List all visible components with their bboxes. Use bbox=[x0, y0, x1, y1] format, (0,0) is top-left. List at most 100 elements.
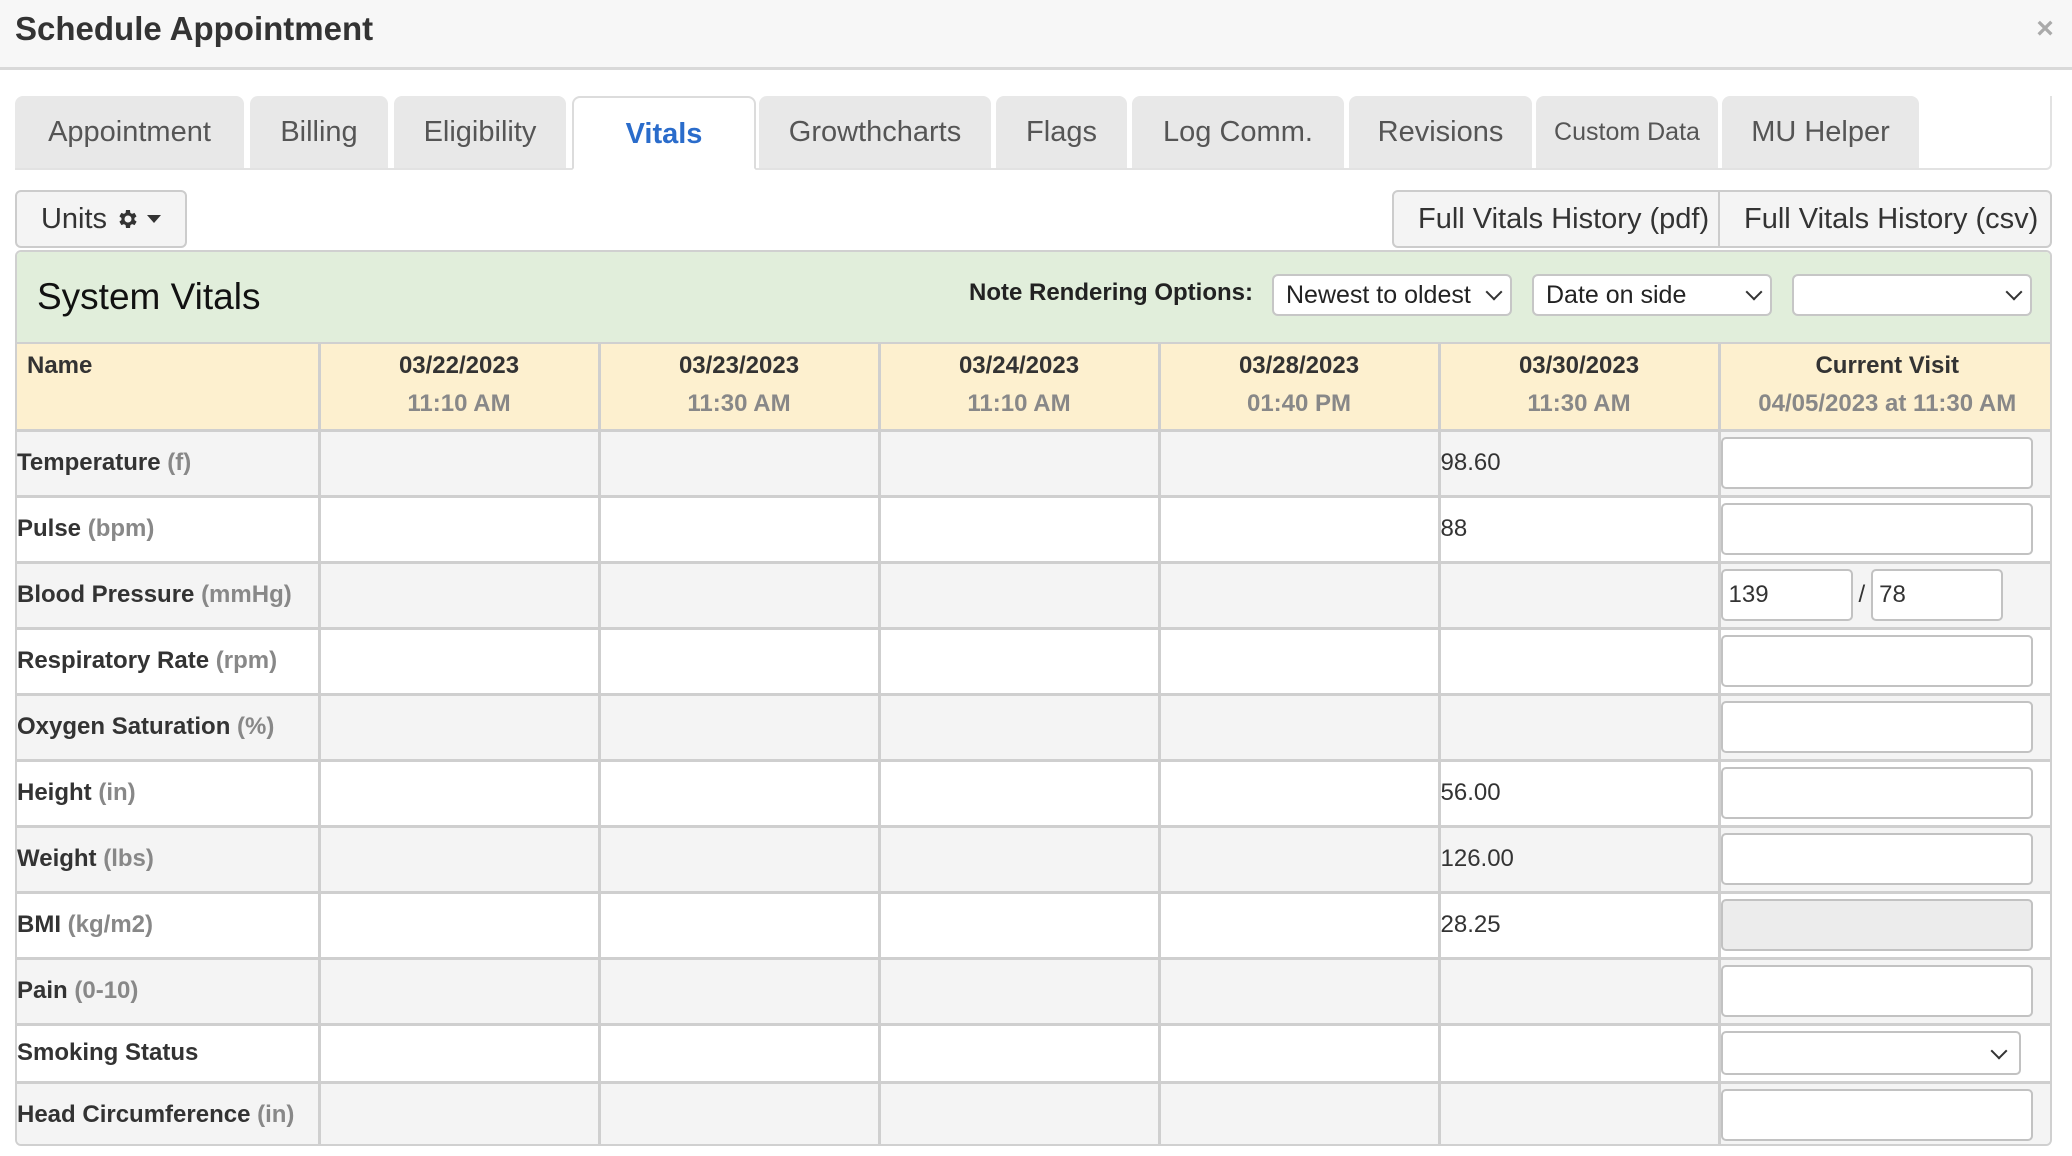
respiratory-rate-input[interactable] bbox=[1720, 635, 2033, 687]
column-header-current-visit: Current Visit 04/05/2023 at 11:30 AM bbox=[1719, 344, 2050, 432]
column-date: 03/22/2023 bbox=[398, 352, 520, 379]
vital-name: Oxygen Saturation bbox=[17, 713, 231, 740]
date-position-select[interactable]: Date on side bbox=[1532, 274, 1772, 316]
vital-unit: (mmHg) bbox=[201, 581, 292, 608]
head-circumference-input[interactable] bbox=[1720, 1089, 2033, 1141]
tab-billing[interactable]: Billing bbox=[250, 96, 388, 168]
column-time: 11:10 AM bbox=[967, 390, 1071, 417]
tab-log-comm[interactable]: Log Comm. bbox=[1132, 96, 1344, 168]
tab-revisions[interactable]: Revisions bbox=[1349, 96, 1532, 168]
height-input[interactable] bbox=[1720, 767, 2033, 819]
tab-appointment[interactable]: Appointment bbox=[15, 96, 244, 168]
oxygen-saturation-input[interactable] bbox=[1720, 701, 2033, 753]
systolic-input[interactable]: 139 bbox=[1720, 569, 1853, 621]
chevron-down-icon bbox=[1990, 1042, 2007, 1060]
panel-title: System Vitals bbox=[37, 276, 261, 317]
vital-value bbox=[1159, 628, 1441, 696]
tab-flags[interactable]: Flags bbox=[996, 96, 1127, 168]
chevron-down-icon bbox=[1745, 283, 1763, 301]
column-header-date: 03/30/2023 11:30 AM bbox=[1439, 344, 1721, 432]
vital-label: Height (in) bbox=[17, 760, 321, 828]
full-vitals-history-pdf-button[interactable]: Full Vitals History (pdf) bbox=[1392, 190, 1720, 248]
column-date: 03/28/2023 bbox=[1238, 352, 1360, 379]
vital-value bbox=[1439, 628, 1721, 696]
column-time: 11:10 AM bbox=[407, 390, 511, 417]
third-rendering-select[interactable] bbox=[1792, 274, 2032, 316]
vital-row-pain: Pain (0-10) bbox=[17, 958, 2050, 1026]
vital-value bbox=[879, 694, 1161, 762]
vital-value bbox=[1439, 694, 1721, 762]
column-header-date: 03/23/2023 11:30 AM bbox=[599, 344, 881, 432]
vital-label: Respiratory Rate (rpm) bbox=[17, 628, 321, 696]
date-position-select-value: Date on side bbox=[1546, 281, 1687, 309]
tab-vitals[interactable]: Vitals bbox=[572, 96, 756, 170]
current-visit-cell bbox=[1719, 496, 2050, 564]
temperature-input[interactable] bbox=[1720, 437, 2033, 489]
vital-value bbox=[319, 628, 601, 696]
vital-name: Pulse bbox=[17, 515, 82, 542]
tab-eligibility[interactable]: Eligibility bbox=[394, 96, 566, 168]
weight-input[interactable] bbox=[1720, 833, 2033, 885]
vital-row-height: Height (in) 56.00 bbox=[17, 760, 2050, 828]
tab-growthcharts[interactable]: Growthcharts bbox=[759, 96, 991, 168]
vital-value bbox=[879, 760, 1161, 828]
units-dropdown-button[interactable]: Units bbox=[15, 190, 187, 248]
vital-value bbox=[879, 562, 1161, 630]
vital-value bbox=[879, 496, 1161, 564]
diastolic-input[interactable]: 78 bbox=[1871, 569, 2004, 621]
vital-value bbox=[599, 760, 881, 828]
caret-down-icon bbox=[147, 215, 162, 223]
dialog-header: Schedule Appointment × bbox=[0, 0, 2072, 70]
vital-value bbox=[319, 1024, 601, 1084]
tab-mu-helper[interactable]: MU Helper bbox=[1722, 96, 1919, 168]
full-vitals-history-csv-button[interactable]: Full Vitals History (csv) bbox=[1720, 190, 2052, 248]
vital-value bbox=[599, 496, 881, 564]
vital-value bbox=[599, 430, 881, 498]
vital-value bbox=[319, 958, 601, 1026]
current-visit-cell: 139 / 78 bbox=[1719, 562, 2050, 630]
vital-value bbox=[879, 628, 1161, 696]
column-time: 11:30 AM bbox=[687, 390, 791, 417]
current-visit-title: Current Visit bbox=[1815, 352, 1960, 379]
vital-value bbox=[1159, 958, 1441, 1026]
vital-unit: (bpm) bbox=[87, 515, 155, 542]
tab-bar: Appointment Billing Eligibility Vitals G… bbox=[15, 96, 2052, 170]
vital-value bbox=[1159, 562, 1441, 630]
vital-name: Respiratory Rate bbox=[17, 647, 210, 674]
close-icon[interactable]: × bbox=[2032, 14, 2058, 44]
vital-value bbox=[1159, 430, 1441, 498]
order-select[interactable]: Newest to oldest bbox=[1272, 274, 1512, 316]
vitals-table: Name 03/22/2023 11:10 AM 03/23/2023 11:30 … bbox=[17, 344, 2050, 1144]
table-header-row: Name 03/22/2023 11:10 AM 03/23/2023 11:30 … bbox=[17, 344, 2050, 432]
vital-unit: (kg/m2) bbox=[67, 911, 154, 938]
vital-value bbox=[1439, 958, 1721, 1026]
vital-label: Temperature (f) bbox=[17, 430, 321, 498]
vital-row-smoking-status: Smoking Status bbox=[17, 1024, 2050, 1084]
vital-name: Height bbox=[17, 779, 92, 806]
gear-icon bbox=[119, 210, 137, 228]
vital-row-temperature: Temperature (f) 98.60 bbox=[17, 430, 2050, 498]
chevron-down-icon bbox=[2005, 283, 2023, 301]
vital-value bbox=[879, 1024, 1161, 1084]
vital-value bbox=[1159, 826, 1441, 894]
vital-row-head-circumference: Head Circumference (in) bbox=[17, 1082, 2050, 1144]
vital-row-oxygen-saturation: Oxygen Saturation (%) bbox=[17, 694, 2050, 762]
current-visit-cell bbox=[1719, 892, 2050, 960]
vital-label: Head Circumference (in) bbox=[17, 1082, 321, 1144]
vital-unit: (0-10) bbox=[74, 977, 139, 1004]
vital-unit: (in) bbox=[98, 779, 136, 806]
vital-value bbox=[599, 562, 881, 630]
vital-value bbox=[599, 628, 881, 696]
vital-label: BMI (kg/m2) bbox=[17, 892, 321, 960]
vital-value bbox=[599, 892, 881, 960]
current-visit-cell bbox=[1719, 760, 2050, 828]
pulse-input[interactable] bbox=[1720, 503, 2033, 555]
dialog-title: Schedule Appointment bbox=[15, 10, 374, 47]
vital-row-bmi: BMI (kg/m2) 28.25 bbox=[17, 892, 2050, 960]
smoking-status-select[interactable] bbox=[1720, 1031, 2021, 1075]
vital-value bbox=[1159, 892, 1441, 960]
tab-custom-data[interactable]: Custom Data bbox=[1536, 96, 1718, 168]
pain-input[interactable] bbox=[1720, 965, 2033, 1017]
vital-unit: (lbs) bbox=[103, 845, 154, 872]
column-header-date: 03/28/2023 01:40 PM bbox=[1159, 344, 1441, 432]
